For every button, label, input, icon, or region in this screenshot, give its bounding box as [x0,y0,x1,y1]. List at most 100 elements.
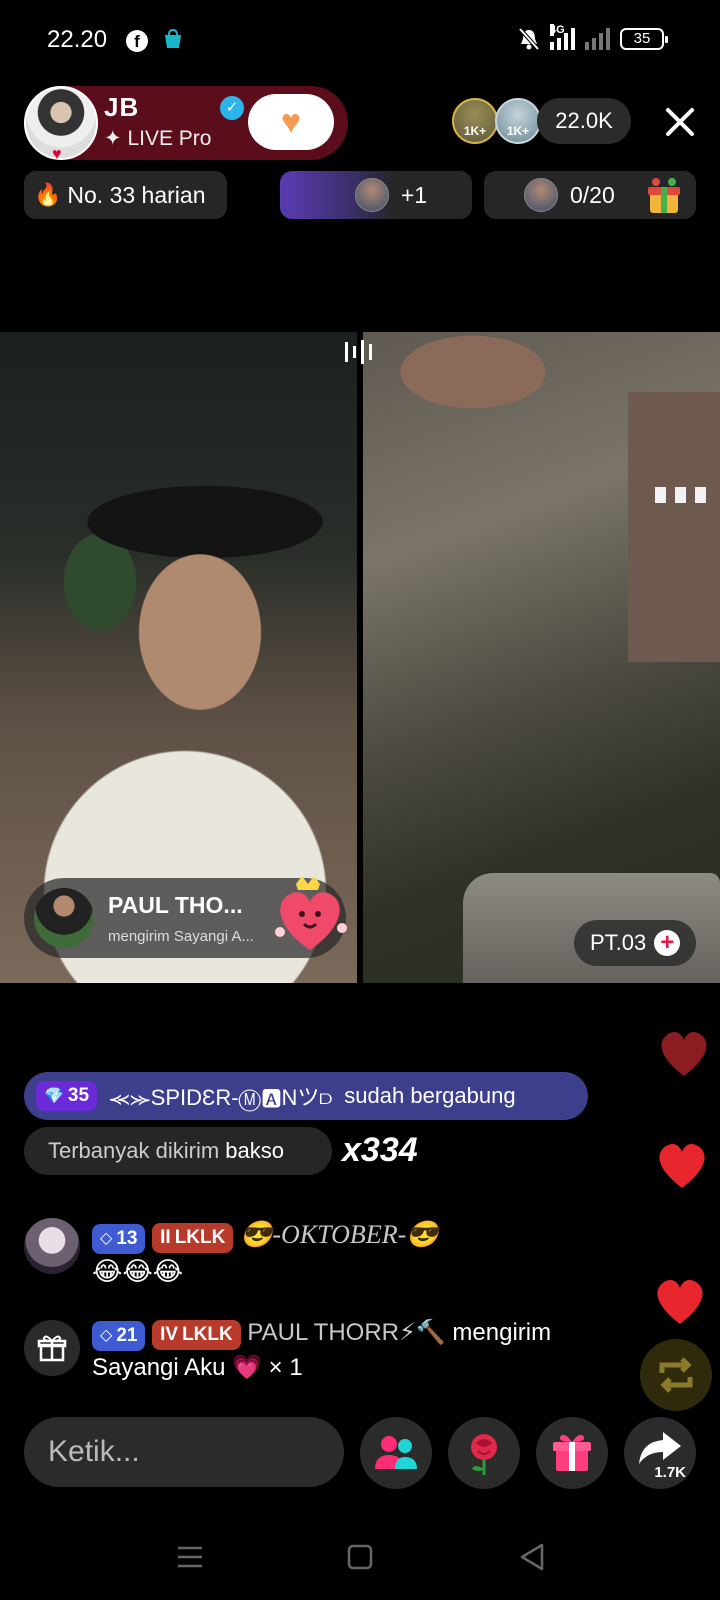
daily-rank-label: No. 33 harian [67,181,206,208]
diamond-icon: ◇ [100,1327,113,1344]
signal-4g-icon: 4G [550,24,575,50]
treasure-box-icon [648,178,680,213]
user-level-badge: ◇ 13 [92,1224,146,1254]
join-notification: 💎 35 ⪻⪼SPIDƐR-Ⓜ🅰Nツ⫐ sudah bergabung [24,1072,588,1120]
follow-plus-icon[interactable]: + [654,930,681,956]
host-avatar[interactable]: ♥ [24,86,98,163]
user-level: 13 [116,1228,138,1249]
gift-combo-count: x334 [342,1131,418,1169]
user-level: 35 [67,1085,90,1106]
guest-name-label: PT.03 [590,930,647,955]
gift-event-avatar [24,1320,80,1376]
menu-nav-icon[interactable] [170,1540,210,1574]
daily-rank-pill[interactable]: 🔥 No. 33 harian [24,171,227,219]
floating-heart-icon [661,1031,707,1076]
rose-gift-button[interactable] [448,1417,520,1489]
bell-muted-icon [518,27,540,51]
viewer-count[interactable]: 22.0K [537,98,631,144]
close-icon[interactable] [660,102,700,142]
share-count: 1.7K [654,1464,686,1481]
guest-list-pill[interactable]: +1 [280,171,472,219]
guest-name-tag[interactable]: PT.03 + [574,920,696,966]
likes-badge: 1 [295,122,304,138]
window [655,487,666,503]
repost-button[interactable] [640,1339,712,1411]
top-gift-prefix: Terbanyak dikirim [48,1138,220,1163]
split-divider [357,332,363,983]
diamond-icon: ◇ [100,1230,113,1247]
goal-pill[interactable]: 0/20 [484,171,696,219]
fan-club-level: II [160,1227,171,1248]
facebook-icon: f [126,30,148,52]
user-level-badge: 💎 35 [36,1081,98,1111]
back-nav-icon[interactable] [514,1540,554,1574]
chat-gift-message[interactable]: ◇ 21 IV LKLK PAUL THORR⚡🔨 mengirim Sayangi… [24,1319,644,1396]
signal-sim2-icon [585,28,610,50]
gift-icon [37,1335,67,1362]
chat-message-body: ◇ 13 II LKLK 😎-OKTOBER-😎 😂😂😂 [92,1218,439,1290]
chat-username[interactable]: 😎-OKTOBER-😎 [240,1220,439,1249]
system-nav-bar [0,1520,720,1600]
rose-icon [471,1434,497,1475]
like-heart-button[interactable]: ♥ 1 [248,94,334,150]
gift-button[interactable] [536,1417,608,1489]
chat-message-body: ◇ 21 IV LKLK PAUL THORR⚡🔨 mengirim Sayangi… [92,1316,551,1385]
share-button[interactable]: 1.7K [624,1417,696,1489]
flame-icon: 🔥 [34,182,62,207]
fan-club-name: LKLK [182,1324,233,1345]
user-level: 21 [116,1325,138,1346]
host-subtitle: ✦ LIVE Pro [104,127,212,150]
status-bar: 22.20 f 4G 35 [0,0,720,80]
building-wall [628,392,720,662]
floating-heart-icon [657,1279,703,1324]
heart-icon: ♥ 1 [280,103,304,141]
top-gift-item: bakso [225,1138,285,1163]
user-level-badge: ◇ 21 [92,1321,146,1351]
gift-name: Sayangi Aku [92,1354,226,1381]
host-name[interactable]: JB [104,92,139,123]
top-viewer-avatar[interactable]: 1K+ [452,98,498,144]
window [695,487,706,503]
heart-badge-icon: ♥ [52,146,62,163]
gift-notification-banner: PAUL THO... mengirim Sayangi A... [24,876,347,958]
battery-indicator: 35 [620,28,668,50]
sender-name: PAUL THO... [108,892,243,918]
comment-input[interactable]: Ketik... [24,1417,344,1487]
heart-character-gift-icon [275,876,347,950]
sender-avatar [34,888,94,948]
chat-text: mengirim [452,1319,552,1346]
top-viewer-avatar[interactable]: 1K+ [495,98,541,144]
audio-bars-icon [345,340,372,364]
fan-club-badge: II LKLK [152,1223,234,1253]
guest-video-feed[interactable] [363,332,720,983]
chat-username[interactable]: PAUL THORR⚡🔨 [247,1319,445,1346]
status-time: 22.20 [47,26,108,53]
share-arrow-icon [639,1432,681,1464]
floating-heart-icon [659,1143,705,1188]
gift-description: mengirim Sayangi A... [108,928,254,945]
fan-club-level: IV [160,1324,179,1345]
gift-quantity: × 1 [268,1354,303,1381]
goal-avatar [524,178,558,212]
verified-badge-icon: ✓ [220,96,244,120]
joined-username: ⪻⪼SPIDƐR-Ⓜ🅰Nツ⫐ [109,1085,333,1110]
fan-club-badge: IV LKLK [152,1320,241,1350]
gift-icon [553,1434,591,1471]
top-gift-pill: Terbanyak dikirim bakso [24,1127,332,1175]
fan-club-name: LKLK [174,1227,226,1248]
home-nav-icon[interactable] [340,1540,380,1574]
multi-guest-button[interactable] [360,1417,432,1489]
chat-user-avatar[interactable] [24,1218,80,1274]
diamond-icon: 💎 [44,1088,64,1105]
joined-text: sudah bergabung [344,1083,516,1108]
gift-thumb-icon: 💗 [232,1354,262,1381]
shop-bag-icon [165,28,181,48]
window [675,487,686,503]
multi-guest-icon [375,1436,417,1469]
repost-icon [659,1357,693,1393]
live-video-area[interactable]: PAUL THO... mengirim Sayangi A... PT.03 … [0,332,720,983]
chat-message[interactable]: ◇ 13 II LKLK 😎-OKTOBER-😎 😂😂😂 [24,1218,644,1288]
host-card[interactable]: ♥ JB ✓ ✦ LIVE Pro ♥ 1 [24,86,348,163]
guest-count: +1 [400,181,428,208]
host-subtitle-text: LIVE Pro [127,127,212,150]
